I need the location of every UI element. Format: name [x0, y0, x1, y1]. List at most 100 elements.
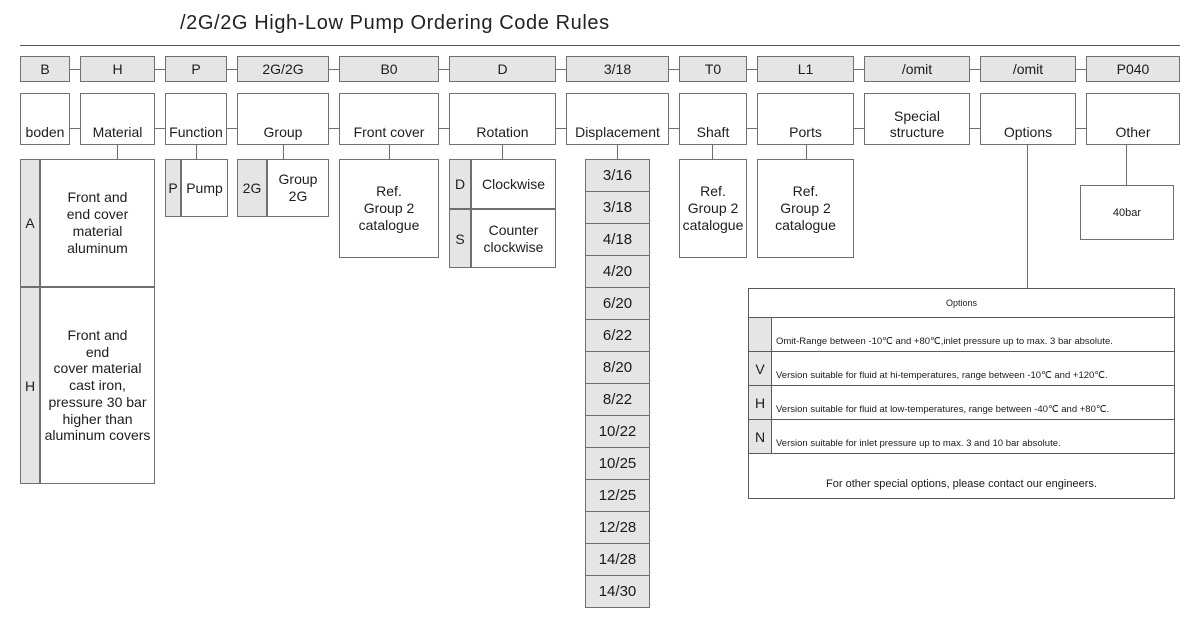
options-row-desc: Version suitable for fluid at low-temper… — [776, 404, 1110, 415]
code-box-shaft[interactable]: T0 — [679, 56, 747, 82]
label-box-front-cover: Front cover — [339, 93, 439, 145]
code-box-ports[interactable]: L1 — [757, 56, 854, 82]
code-box-function[interactable]: P — [165, 56, 227, 82]
connector-label-4-5 — [439, 128, 449, 129]
drop-material — [117, 145, 118, 159]
displacement-item[interactable]: 4/18 — [585, 223, 650, 256]
displacement-item[interactable]: 14/30 — [585, 575, 650, 608]
connector-code-4-5 — [439, 69, 449, 70]
options-row-code: H — [749, 386, 772, 419]
code-box-special-structure[interactable]: /omit — [864, 56, 970, 82]
options-row: Omit-Range between -10℃ and +80℃,inlet p… — [749, 318, 1174, 352]
displacement-item[interactable]: 8/22 — [585, 383, 650, 416]
connector-code-0-1 — [70, 69, 80, 70]
label-box-special-structure: Special structure — [864, 93, 970, 145]
connector-code-8-9 — [854, 69, 864, 70]
code-box-rotation[interactable]: D — [449, 56, 556, 82]
rotation-code-D: D — [449, 159, 471, 209]
drop-other — [1126, 145, 1127, 185]
displacement-item[interactable]: 3/18 — [585, 191, 650, 224]
label-box-function: Function — [165, 93, 227, 145]
connector-code-5-6 — [556, 69, 566, 70]
connector-label-7-8 — [747, 128, 757, 129]
displacement-item[interactable]: 6/22 — [585, 319, 650, 352]
label-box-group: Group — [237, 93, 329, 145]
drop-front-cover — [389, 145, 390, 159]
rotation-code-S: S — [449, 209, 471, 268]
options-row-desc: Omit-Range between -10℃ and +80℃,inlet p… — [776, 336, 1113, 347]
displacement-item[interactable]: 8/20 — [585, 351, 650, 384]
options-row: H Version suitable for fluid at low-temp… — [749, 386, 1174, 420]
rotation-text-S: Counter clockwise — [471, 209, 556, 268]
connector-code-10-11 — [1076, 69, 1086, 70]
displacement-item[interactable]: 12/28 — [585, 511, 650, 544]
code-box-material[interactable]: H — [80, 56, 155, 82]
connector-code-3-4 — [329, 69, 339, 70]
connector-code-9-10 — [970, 69, 980, 70]
shaft-detail: Ref. Group 2 catalogue — [679, 159, 747, 258]
drop-rotation — [502, 145, 503, 159]
displacement-item[interactable]: 3/16 — [585, 159, 650, 192]
code-box-front-cover[interactable]: B0 — [339, 56, 439, 82]
label-box-ports: Ports — [757, 93, 854, 145]
connector-code-6-7 — [669, 69, 679, 70]
connector-label-0-1 — [70, 128, 80, 129]
displacement-item[interactable]: 4/20 — [585, 255, 650, 288]
options-row-desc: Version suitable for fluid at hi-tempera… — [776, 370, 1108, 381]
label-box-displacement: Displacement — [566, 93, 669, 145]
displacement-item[interactable]: 10/22 — [585, 415, 650, 448]
material-code-A: A — [20, 159, 40, 287]
code-box-displacement[interactable]: 3/18 — [566, 56, 669, 82]
drop-ports — [806, 145, 807, 159]
code-box-options[interactable]: /omit — [980, 56, 1076, 82]
options-row-code — [749, 318, 772, 351]
ordering-code-diagram: /2G/2G High-Low Pump Ordering Code Rules… — [0, 0, 1200, 631]
drop-function — [196, 145, 197, 159]
group-code-2G: 2G — [237, 159, 267, 217]
options-table-footer: For other special options, please contac… — [826, 478, 1097, 490]
connector-label-6-7 — [669, 128, 679, 129]
material-text-H: Front and end cover material cast iron, … — [40, 287, 155, 484]
options-row-code: V — [749, 352, 772, 385]
displacement-list: 3/16 3/18 4/18 4/20 6/20 6/22 8/20 8/22 … — [585, 159, 650, 608]
page-title: /2G/2G High-Low Pump Ordering Code Rules — [180, 12, 610, 34]
material-code-H: H — [20, 287, 40, 484]
label-box-material: Material — [80, 93, 155, 145]
function-text-P: Pump — [181, 159, 228, 217]
label-box-rotation: Rotation — [449, 93, 556, 145]
connector-label-5-6 — [556, 128, 566, 129]
options-row-desc: Version suitable for inlet pressure up t… — [776, 438, 1061, 449]
drop-options — [1027, 145, 1028, 288]
connector-label-3-4 — [329, 128, 339, 129]
label-box-boden: boden — [20, 93, 70, 145]
options-row: V Version suitable for fluid at hi-tempe… — [749, 352, 1174, 386]
label-box-other: Other — [1086, 93, 1180, 145]
title-underline — [20, 45, 1180, 46]
label-box-options: Options — [980, 93, 1076, 145]
group-text-2G: Group 2G — [267, 159, 329, 217]
code-box-boden[interactable]: B — [20, 56, 70, 82]
connector-code-2-3 — [227, 69, 237, 70]
options-row-code: N — [749, 420, 772, 453]
code-box-other[interactable]: P040 — [1086, 56, 1180, 82]
displacement-item[interactable]: 14/28 — [585, 543, 650, 576]
rotation-text-D: Clockwise — [471, 159, 556, 209]
connector-label-10-11 — [1076, 128, 1086, 129]
connector-label-9-10 — [970, 128, 980, 129]
options-table-header: Options — [749, 289, 1174, 318]
front-cover-detail: Ref. Group 2 catalogue — [339, 159, 439, 258]
displacement-item[interactable]: 6/20 — [585, 287, 650, 320]
connector-label-2-3 — [227, 128, 237, 129]
drop-displacement — [617, 145, 618, 159]
connector-label-8-9 — [854, 128, 864, 129]
code-box-group[interactable]: 2G/2G — [237, 56, 329, 82]
options-row: N Version suitable for inlet pressure up… — [749, 420, 1174, 454]
ports-detail: Ref. Group 2 catalogue — [757, 159, 854, 258]
connector-code-7-8 — [747, 69, 757, 70]
drop-shaft — [712, 145, 713, 159]
label-box-shaft: Shaft — [679, 93, 747, 145]
connector-code-1-2 — [155, 69, 165, 70]
other-detail: 40bar — [1080, 185, 1174, 240]
displacement-item[interactable]: 12/25 — [585, 479, 650, 512]
displacement-item[interactable]: 10/25 — [585, 447, 650, 480]
